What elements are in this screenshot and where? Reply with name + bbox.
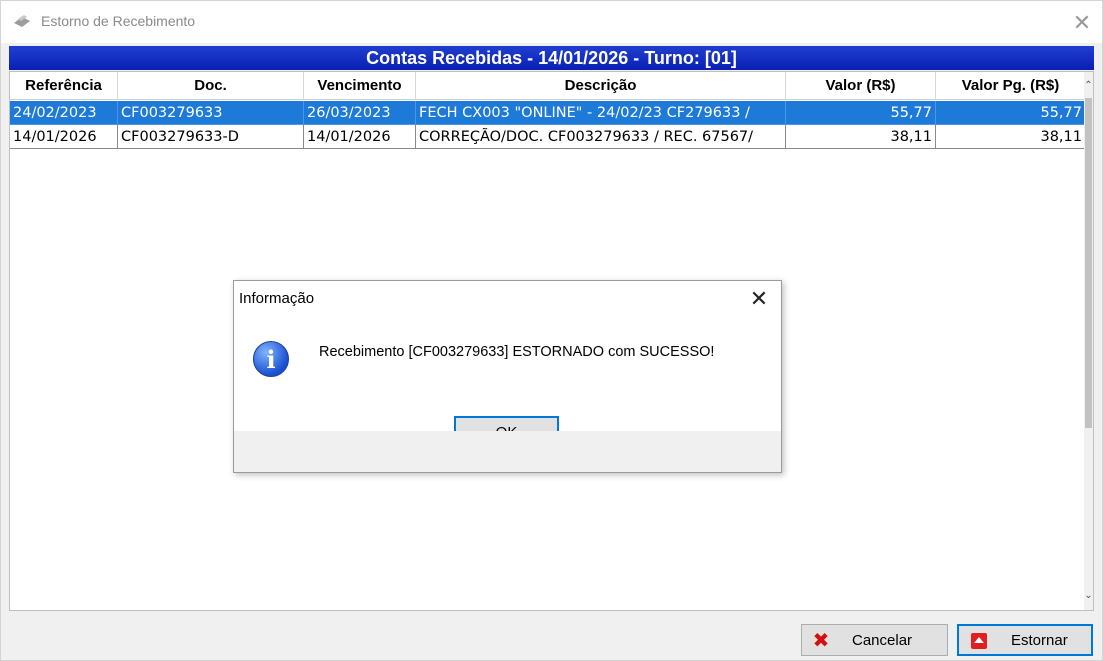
scroll-down-icon[interactable]: ⌄ xyxy=(1084,586,1093,606)
column-header-descricao[interactable]: Descrição xyxy=(416,72,786,100)
scrollbar-thumb[interactable] xyxy=(1085,98,1092,428)
grid-banner: Contas Recebidas - 14/01/2026 - Turno: [… xyxy=(9,46,1094,70)
cell-referencia: 24/02/2023 xyxy=(10,101,118,125)
window-close-button[interactable]: ✕ xyxy=(1062,5,1102,41)
cancel-x-icon: ✖ xyxy=(812,628,830,652)
column-header-referencia[interactable]: Referência xyxy=(10,72,118,100)
cell-descricao: FECH CX003 "ONLINE" - 24/02/23 CF279633 … xyxy=(416,101,786,125)
column-header-valor-pg[interactable]: Valor Pg. (R$) xyxy=(936,72,1086,100)
column-header-doc[interactable]: Doc. xyxy=(118,72,304,100)
close-icon: ✕ xyxy=(1072,10,1092,36)
estornar-button[interactable]: Estornar xyxy=(957,624,1093,656)
column-header-vencimento[interactable]: Vencimento xyxy=(304,72,416,100)
estornar-button-label: Estornar xyxy=(1011,631,1068,649)
vertical-scrollbar[interactable]: ⌃ ⌄ xyxy=(1084,72,1093,610)
info-dialog: Informação ✕ i Recebimento [CF003279633]… xyxy=(233,280,782,473)
reverse-arrow-icon xyxy=(971,633,987,649)
scroll-up-icon[interactable]: ⌃ xyxy=(1084,76,1093,96)
window-title: Estorno de Recebimento xyxy=(41,13,196,29)
grid-header: Referência Doc. Vencimento Descrição Val… xyxy=(10,72,1086,100)
cell-doc: CF003279633-D xyxy=(118,125,304,149)
column-header-valor[interactable]: Valor (R$) xyxy=(786,72,936,100)
cell-valor: 38,11 xyxy=(786,125,936,149)
info-icon: i xyxy=(253,341,289,377)
table-row[interactable]: 24/02/2023 CF003279633 26/03/2023 FECH C… xyxy=(10,101,1086,125)
dialog-title: Informação xyxy=(239,290,315,307)
cell-valor-pg: 38,11 xyxy=(936,125,1086,149)
cell-referencia: 14/01/2026 xyxy=(10,125,118,149)
cell-valor: 55,77 xyxy=(786,101,936,125)
cell-doc: CF003279633 xyxy=(118,101,304,125)
cell-descricao: CORREÇÃO/DOC. CF003279633 / REC. 67567/ xyxy=(416,125,786,149)
cancel-button-label: Cancelar xyxy=(852,631,913,649)
table-row[interactable]: 14/01/2026 CF003279633-D 14/01/2026 CORR… xyxy=(10,125,1086,149)
cell-vencimento: 14/01/2026 xyxy=(304,125,416,149)
cancel-button[interactable]: ✖ Cancelar xyxy=(801,624,948,656)
dialog-footer xyxy=(234,431,781,472)
main-window: Estorno de Recebimento ✕ Contas Recebida… xyxy=(0,0,1103,661)
dialog-body: i Recebimento [CF003279633] ESTORNADO co… xyxy=(234,321,781,449)
title-bar: Estorno de Recebimento ✕ xyxy=(1,1,1102,43)
cell-valor-pg: 55,77 xyxy=(936,101,1086,125)
cash-register-icon xyxy=(14,15,30,27)
cell-vencimento: 26/03/2023 xyxy=(304,101,416,125)
close-icon: ✕ xyxy=(749,287,769,312)
dialog-close-button[interactable]: ✕ xyxy=(745,286,773,314)
dialog-message: Recebimento [CF003279633] ESTORNADO com … xyxy=(319,344,715,360)
